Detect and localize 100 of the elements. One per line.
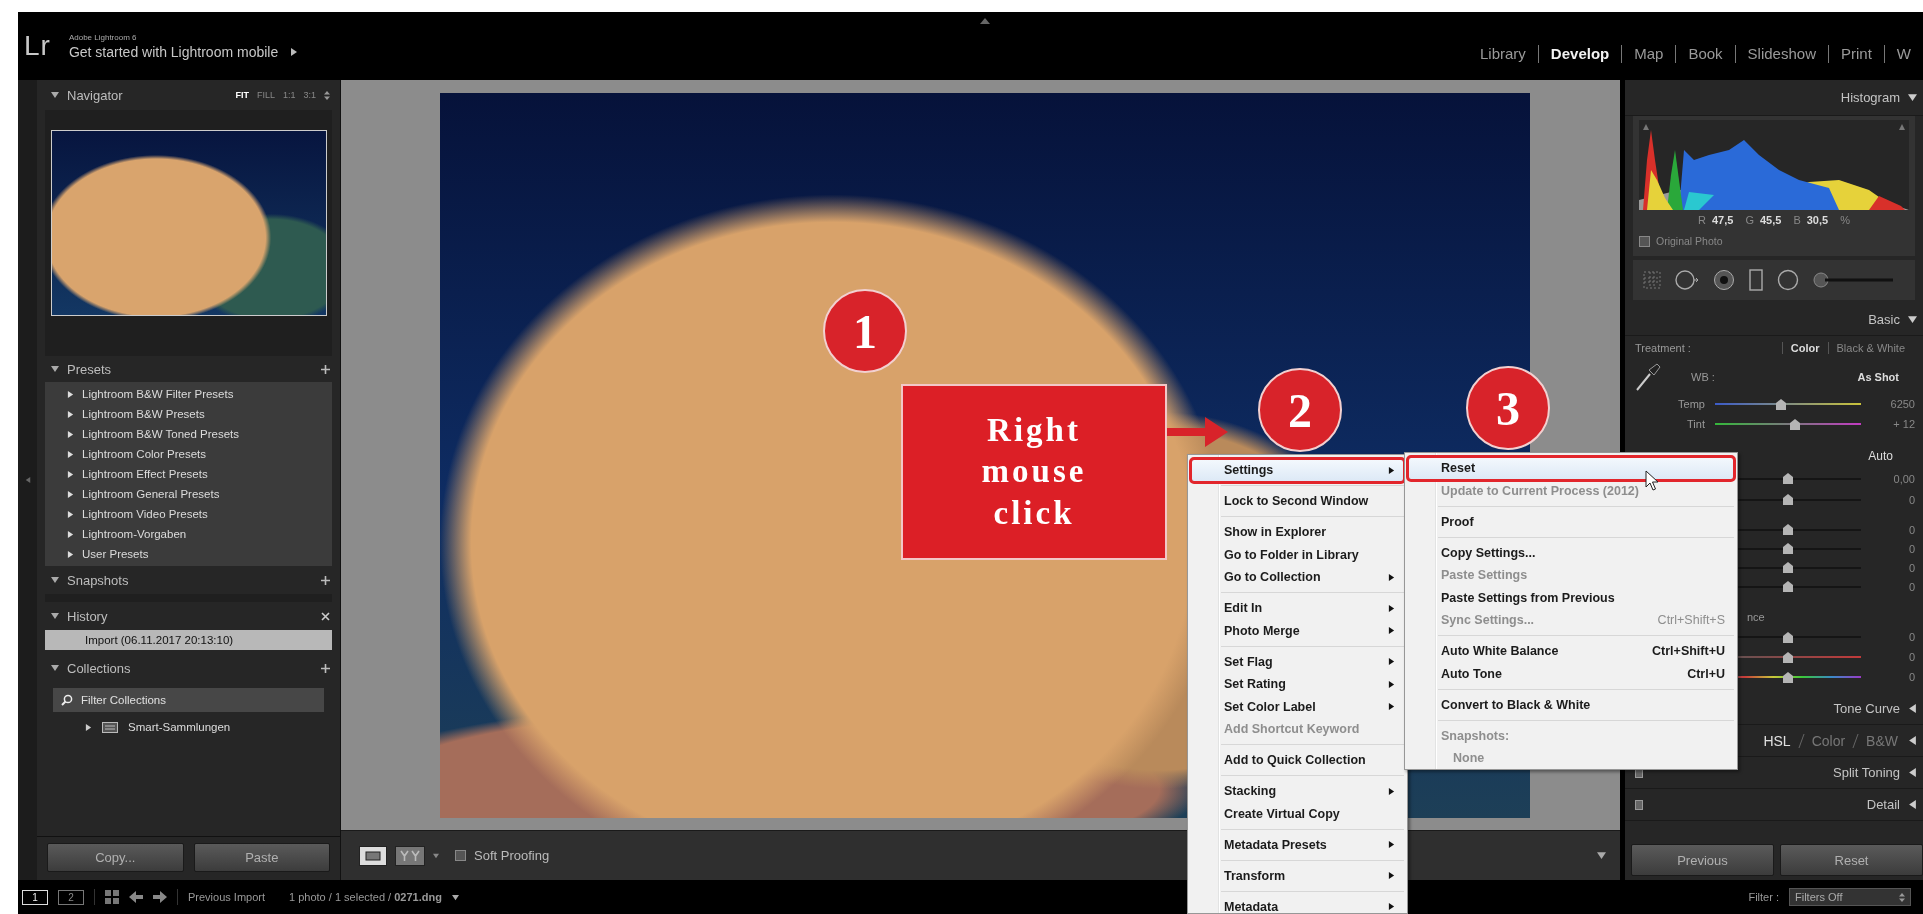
module-tab[interactable]: Slideshow [1734,45,1828,63]
photo-placeholder[interactable] [51,130,327,316]
preset-folder[interactable]: Lightroom-Vorgaben [82,528,187,540]
history-item[interactable]: Import (06.11.2017 20:13:10) [45,630,332,650]
preset-folder[interactable]: Lightroom Video Presets [82,508,208,520]
slider-thumb[interactable] [1783,581,1793,592]
module-tab[interactable]: Book [1675,45,1735,63]
menu-item[interactable]: Set Color Label [1191,695,1404,718]
menu-item[interactable]: Add to Quick Collection [1191,749,1404,772]
toggle-icon[interactable] [1635,799,1643,810]
slider-thumb[interactable] [1783,543,1793,554]
panel-button[interactable]: Paste [193,843,330,872]
module-tab[interactable]: Library [1468,45,1538,63]
slider-thumb[interactable] [1783,651,1793,663]
slider-thumb[interactable] [1783,631,1793,643]
zoom-option[interactable]: FILL [256,90,275,100]
slider-thumb[interactable] [1783,671,1793,683]
menu-item[interactable]: Auto White Balance Ctrl+Shift+U [1408,640,1734,663]
menu-item[interactable]: Go to Collection [1191,566,1404,589]
panel-button[interactable]: Reset [1780,844,1923,876]
slider-thumb[interactable] [1783,562,1793,573]
checkbox-label[interactable]: Original Photo [1656,235,1723,247]
menu-item[interactable]: Stacking [1191,780,1404,803]
clipping-indicator-icon[interactable] [1899,124,1905,130]
preset-folder[interactable]: Lightroom Color Presets [82,448,206,460]
checkbox-label[interactable]: Soft Proofing [474,848,550,863]
menu-item[interactable]: Convert to Black & White [1408,693,1734,716]
module-tab[interactable]: W [1883,45,1923,63]
slider-thumb[interactable] [1783,494,1793,505]
panel-title[interactable]: Histogram [1840,90,1900,105]
preset-folder[interactable]: Lightroom B&W Toned Presets [82,428,240,440]
rectangle-icon[interactable] [1749,269,1763,291]
brush-slider-icon[interactable] [1813,272,1893,288]
preset-folder[interactable]: Lightroom B&W Filter Presets [82,388,234,400]
panel-button[interactable]: Previous [1631,844,1774,876]
menu-item[interactable]: Copy Settings... [1408,541,1734,564]
menu-item[interactable]: Metadata Presets [1191,833,1404,856]
circle-arrow-icon[interactable] [1675,269,1699,291]
preset-folder[interactable]: Lightroom B&W Presets [82,408,205,420]
circle-icon[interactable] [1777,269,1799,291]
panel-title[interactable]: Collections [67,660,313,676]
plus-icon[interactable] [321,663,330,673]
menu-item[interactable]: Edit In [1191,597,1404,620]
menu-item[interactable]: Metadata [1191,895,1404,913]
back-arrow-icon[interactable] [129,891,143,903]
module-tab[interactable]: Map [1621,45,1676,63]
preset-folder[interactable]: User Presets [82,548,149,560]
menu-item[interactable]: Go to Folder in Library [1191,543,1404,566]
preset-folder[interactable]: Lightroom General Presets [82,488,220,500]
slider-thumb[interactable] [1783,473,1793,484]
panel-title[interactable]: Snapshots [67,572,313,588]
panel-tab[interactable]: HSL [1763,732,1791,749]
filter-dropdown[interactable]: Filters Off [1789,888,1911,906]
menu-item[interactable]: Set Flag [1191,650,1404,673]
menu-item[interactable]: Reset [1408,457,1734,480]
module-tab[interactable]: Print [1828,45,1884,63]
panel-title[interactable]: Navigator [67,87,228,103]
menu-item[interactable]: Show in Explorer [1191,521,1404,544]
checkbox[interactable] [455,850,466,861]
source-label[interactable]: Previous Import [188,891,266,903]
window-button[interactable]: 1 [22,889,48,905]
menu-item[interactable]: Lock to Second Window [1191,490,1404,513]
checkbox[interactable] [1639,235,1650,247]
grid-icon[interactable] [105,890,119,904]
close-icon[interactable] [321,611,330,621]
plus-icon[interactable] [321,364,330,374]
menu-item[interactable]: Photo Merge [1191,619,1404,642]
slider-thumb[interactable] [1790,418,1801,430]
collection-set[interactable]: Smart-Sammlungen [128,721,231,733]
window-button[interactable]: 2 [58,889,84,905]
zoom-option[interactable]: FIT [235,90,249,100]
menu-item[interactable]: Create Virtual Copy [1191,802,1404,825]
menu-item[interactable]: Paste Settings from Previous [1408,586,1734,609]
eyedropper-icon[interactable] [1635,362,1661,392]
collapse-arrow-icon[interactable] [980,18,990,24]
menu-item[interactable]: Settings [1191,459,1404,482]
zoom-option[interactable]: 1:1 [282,90,296,100]
module-tab[interactable]: Develop [1537,45,1622,63]
panel-title[interactable]: History [67,608,313,624]
slider-thumb[interactable] [1775,398,1786,410]
panel-button[interactable]: Copy... [47,843,184,872]
loupe-view-button[interactable] [359,845,387,866]
auto-button[interactable]: Auto [1868,449,1893,463]
search-field[interactable]: Filter Collections [53,688,324,712]
panel-title[interactable]: Tone Curve [1833,701,1900,716]
panel-title[interactable]: Detail [1866,797,1900,812]
search-input[interactable]: Filter Collections [79,693,316,707]
menu-item[interactable]: Transform [1191,864,1404,887]
panel-title[interactable]: Split Toning [1833,765,1900,780]
compare-view-button[interactable] [395,845,425,866]
menu-item[interactable]: Proof [1408,510,1734,533]
menu-item[interactable]: Set Rating [1191,673,1404,696]
promo-text[interactable]: Get started with Lightroom mobile [68,43,279,60]
forward-arrow-icon[interactable] [153,891,167,903]
panel-title[interactable]: Presets [67,361,313,377]
up-down-caret-icon[interactable] [324,90,330,100]
ring-icon[interactable] [1713,269,1735,291]
menu-item[interactable]: Auto Tone Ctrl+U [1408,662,1734,685]
wb-dropdown[interactable]: As Shot [1857,371,1899,383]
treatment-option[interactable]: Black & White [1827,342,1913,354]
